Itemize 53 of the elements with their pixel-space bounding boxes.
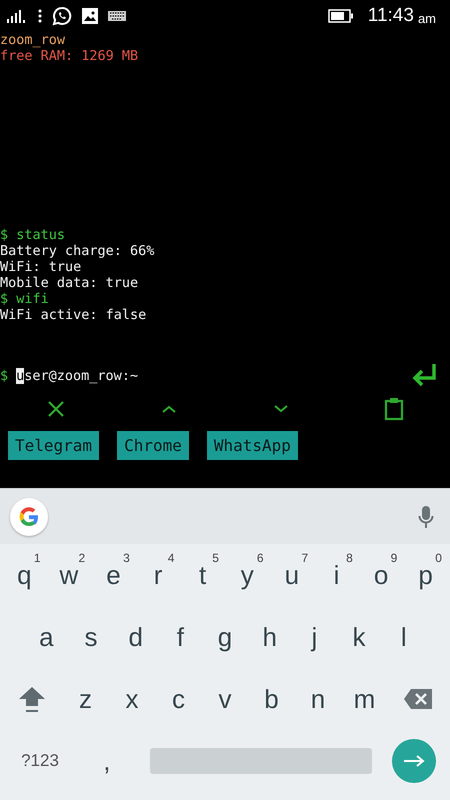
letter-key[interactable]: d [113, 609, 158, 665]
command-line: $ status [0, 227, 66, 243]
arrow-icon [403, 755, 425, 767]
letter-key[interactable]: m [341, 671, 388, 727]
terminal-line: zoom_row [0, 32, 66, 48]
letter-key[interactable]: l [381, 609, 426, 665]
letter-key[interactable]: f [158, 609, 203, 665]
clock: 11:43 [368, 5, 414, 27]
clock-period: am [418, 10, 436, 26]
shortcut-button[interactable]: Telegram [8, 431, 100, 460]
shortcut-button[interactable]: Chrome [117, 431, 189, 460]
image-icon [82, 8, 98, 24]
enter-key[interactable] [392, 739, 436, 783]
letter-key[interactable]: 5 t [180, 547, 225, 603]
terminal-output: WiFi active: false [0, 307, 148, 323]
close-icon[interactable] [47, 400, 66, 418]
letter-key[interactable]: , [78, 733, 136, 789]
terminal-line: free RAM: 1269 MB [0, 48, 140, 64]
letter-key[interactable]: k [336, 609, 382, 665]
text-cursor: u [16, 368, 24, 384]
shortcut-button[interactable]: WhatsApp [206, 431, 298, 460]
prompt-symbol: $ [0, 368, 8, 384]
letter-key[interactable]: 8 i [314, 547, 359, 603]
chat-icon [52, 6, 72, 26]
symbols-key[interactable]: ?123 [2, 733, 78, 789]
signal-icon [6, 9, 28, 23]
command-line: $ wifi [0, 291, 50, 307]
terminal-output: Mobile data: true [0, 275, 140, 291]
shift-icon [17, 684, 48, 714]
letter-key[interactable]: v [202, 671, 248, 727]
microphone-icon[interactable] [418, 504, 434, 528]
terminal-output: WiFi: true [0, 259, 82, 275]
letter-key[interactable]: b [248, 671, 295, 727]
letter-key[interactable]: h [247, 609, 292, 665]
backspace-icon [402, 688, 433, 710]
chevron-up-icon[interactable] [162, 405, 176, 413]
letter-key[interactable]: s [68, 609, 114, 665]
prompt-text[interactable]: ser@zoom_row:~ [24, 368, 138, 384]
letter-key[interactable]: j [292, 609, 337, 665]
google-logo[interactable] [10, 498, 48, 536]
letter-key[interactable]: n [294, 671, 342, 727]
chevron-down-icon[interactable] [274, 405, 288, 413]
keyboard-icon [108, 11, 126, 21]
letter-key[interactable]: x [108, 671, 156, 727]
clipboard-icon[interactable] [384, 397, 404, 421]
letter-key[interactable]: a [24, 609, 69, 665]
battery-icon [328, 9, 354, 23]
more-icon [38, 9, 42, 23]
letter-key[interactable]: z [62, 671, 109, 727]
letter-key[interactable]: 4 r [136, 547, 180, 603]
letter-key[interactable]: g [202, 609, 248, 665]
letter-key[interactable]: c [155, 671, 202, 727]
terminal-output: Battery charge: 66% [0, 243, 156, 259]
